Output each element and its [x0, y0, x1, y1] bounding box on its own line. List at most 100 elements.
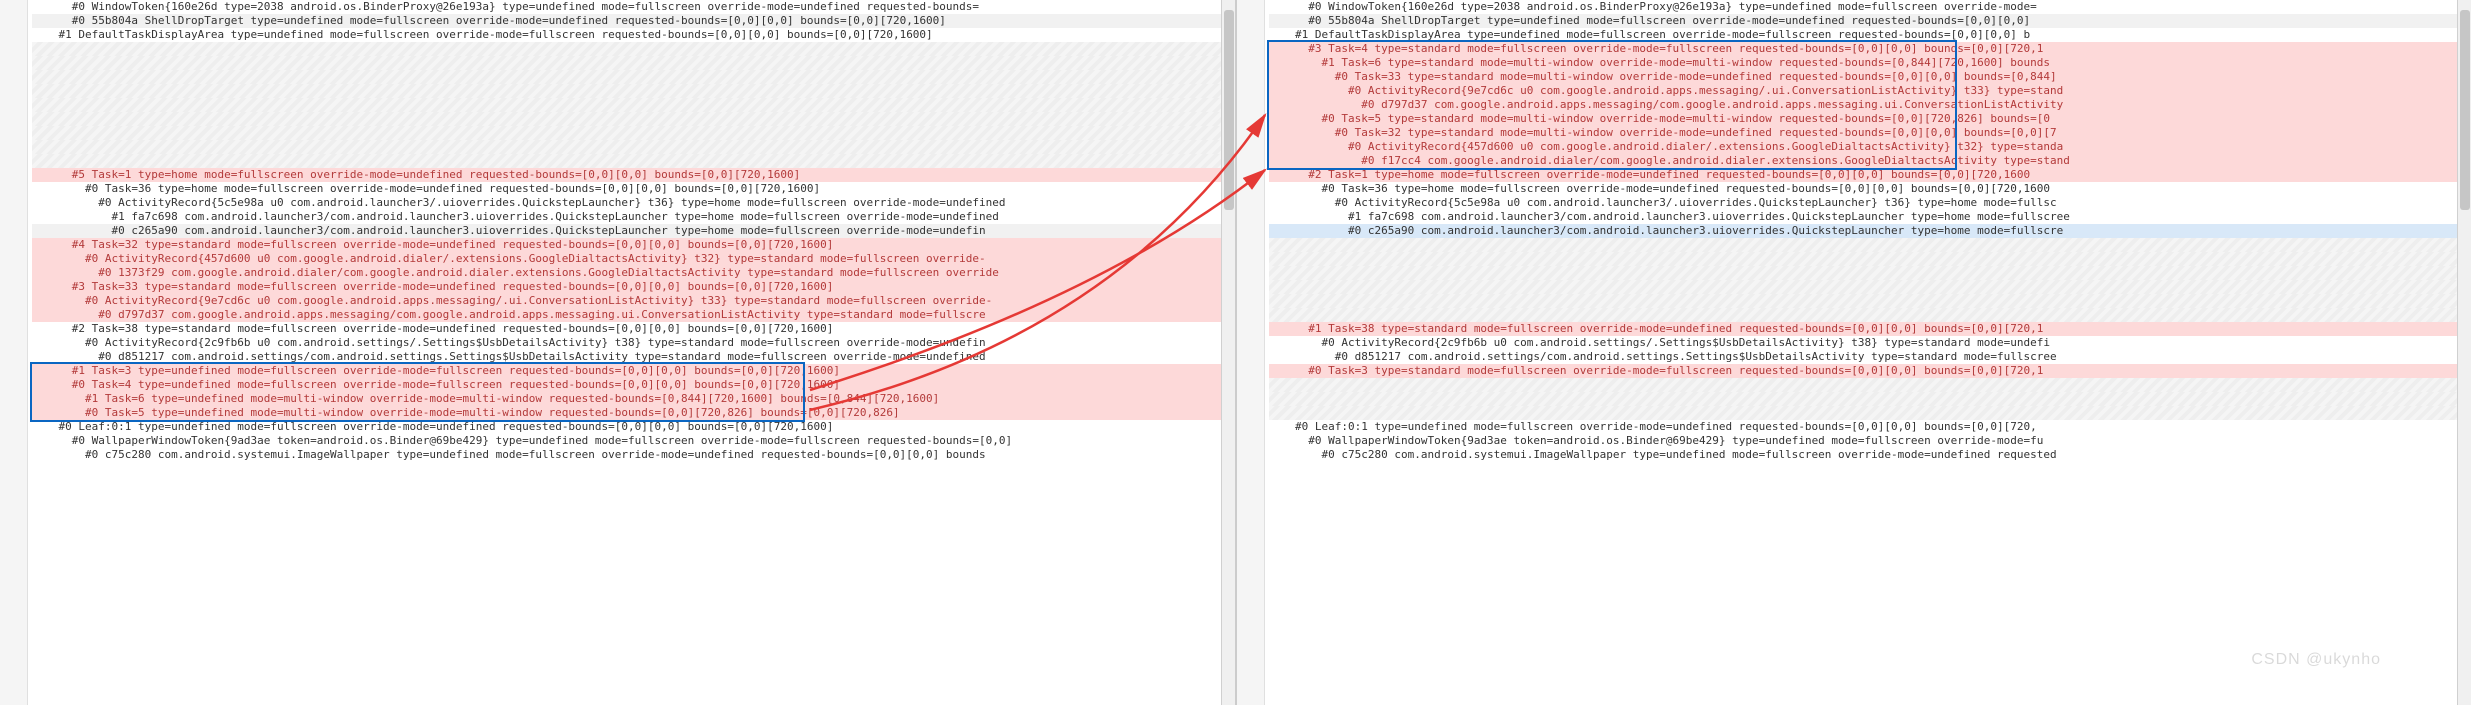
right-line[interactable]: [1269, 392, 2471, 406]
right-line-text: #0 Task=3 type=standard mode=fullscreen …: [1308, 364, 2043, 377]
left-gutter: [0, 0, 28, 705]
right-line[interactable]: #0 f17cc4 com.google.android.dialer/com.…: [1269, 154, 2471, 168]
left-line[interactable]: #0 55b804a ShellDropTarget type=undefine…: [32, 14, 1235, 28]
left-line[interactable]: [32, 56, 1235, 70]
right-line[interactable]: #0 c265a90 com.android.launcher3/com.and…: [1269, 224, 2471, 238]
left-scrollbar-thumb[interactable]: [1224, 10, 1234, 210]
left-line[interactable]: #0 Leaf:0:1 type=undefined mode=fullscre…: [32, 420, 1235, 434]
right-line-text: #0 c265a90 com.android.launcher3/com.and…: [1348, 224, 2063, 237]
right-gutter: [1237, 0, 1265, 705]
left-line-text: #1 DefaultTaskDisplayArea type=undefined…: [59, 28, 933, 41]
right-line-text: #0 WindowToken{160e26d type=2038 android…: [1308, 0, 2036, 13]
left-line[interactable]: [32, 126, 1235, 140]
right-line-text: #0 Task=5 type=standard mode=multi-windo…: [1321, 112, 2049, 125]
left-line[interactable]: #0 ActivityRecord{5c5e98a u0 com.android…: [32, 196, 1235, 210]
right-line[interactable]: #0 c75c280 com.android.systemui.ImageWal…: [1269, 448, 2471, 462]
right-line[interactable]: #1 Task=38 type=standard mode=fullscreen…: [1269, 322, 2471, 336]
left-line[interactable]: #0 Task=36 type=home mode=fullscreen ove…: [32, 182, 1235, 196]
right-line[interactable]: #0 WindowToken{160e26d type=2038 android…: [1269, 0, 2471, 14]
left-line-text: #5 Task=1 type=home mode=fullscreen over…: [72, 168, 800, 181]
left-line-text: #0 Task=5 type=undefined mode=multi-wind…: [85, 406, 900, 419]
left-line[interactable]: #0 d851217 com.android.settings/com.andr…: [32, 350, 1235, 364]
right-line[interactable]: #1 fa7c698 com.android.launcher3/com.and…: [1269, 210, 2471, 224]
left-line-text: #1 fa7c698 com.android.launcher3/com.and…: [111, 210, 998, 223]
right-line[interactable]: [1269, 294, 2471, 308]
right-line[interactable]: #0 Task=5 type=standard mode=multi-windo…: [1269, 112, 2471, 126]
right-line[interactable]: #0 ActivityRecord{457d600 u0 com.google.…: [1269, 140, 2471, 154]
right-line[interactable]: #0 Task=33 type=standard mode=multi-wind…: [1269, 70, 2471, 84]
left-line[interactable]: #0 c265a90 com.android.launcher3/com.and…: [32, 224, 1235, 238]
left-line-text: #0 ActivityRecord{9e7cd6c u0 com.google.…: [85, 294, 992, 307]
left-line[interactable]: [32, 84, 1235, 98]
left-line[interactable]: #1 DefaultTaskDisplayArea type=undefined…: [32, 28, 1235, 42]
right-lines: #0 WindowToken{160e26d type=2038 android…: [1237, 0, 2471, 462]
right-line-text: #0 ActivityRecord{457d600 u0 com.google.…: [1348, 140, 2063, 153]
left-line-text: #0 Leaf:0:1 type=undefined mode=fullscre…: [59, 420, 834, 433]
right-scrollbar[interactable]: [2457, 0, 2471, 705]
right-line[interactable]: [1269, 308, 2471, 322]
left-line[interactable]: #1 Task=6 type=undefined mode=multi-wind…: [32, 392, 1235, 406]
right-line[interactable]: #0 Task=36 type=home mode=fullscreen ove…: [1269, 182, 2471, 196]
right-line[interactable]: [1269, 238, 2471, 252]
right-scrollbar-thumb[interactable]: [2460, 10, 2470, 210]
right-line[interactable]: #0 Task=3 type=standard mode=fullscreen …: [1269, 364, 2471, 378]
left-line[interactable]: #1 Task=3 type=undefined mode=fullscreen…: [32, 364, 1235, 378]
right-line-text: #0 ActivityRecord{2c9fb6b u0 com.android…: [1321, 336, 2049, 349]
right-line-text: #0 55b804a ShellDropTarget type=undefine…: [1308, 14, 2030, 27]
left-line[interactable]: #3 Task=33 type=standard mode=fullscreen…: [32, 280, 1235, 294]
right-line[interactable]: [1269, 378, 2471, 392]
left-line[interactable]: [32, 98, 1235, 112]
left-scrollbar[interactable]: [1221, 0, 1235, 705]
left-line[interactable]: #1 fa7c698 com.android.launcher3/com.and…: [32, 210, 1235, 224]
left-line[interactable]: #0 ActivityRecord{2c9fb6b u0 com.android…: [32, 336, 1235, 350]
right-line[interactable]: #0 ActivityRecord{5c5e98a u0 com.android…: [1269, 196, 2471, 210]
left-line[interactable]: [32, 70, 1235, 84]
right-line-text: #0 Task=32 type=standard mode=multi-wind…: [1335, 126, 2057, 139]
right-line[interactable]: [1269, 280, 2471, 294]
right-line[interactable]: [1269, 406, 2471, 420]
right-line-text: #2 Task=1 type=home mode=fullscreen over…: [1308, 168, 2030, 181]
left-line[interactable]: #0 ActivityRecord{9e7cd6c u0 com.google.…: [32, 294, 1235, 308]
right-line[interactable]: #1 Task=6 type=standard mode=multi-windo…: [1269, 56, 2471, 70]
right-line[interactable]: [1269, 252, 2471, 266]
left-line[interactable]: #2 Task=38 type=standard mode=fullscreen…: [32, 322, 1235, 336]
left-pane[interactable]: #0 WindowToken{160e26d type=2038 android…: [0, 0, 1236, 705]
right-line-text: #0 Task=33 type=standard mode=multi-wind…: [1335, 70, 2057, 83]
right-line[interactable]: #0 d797d37 com.google.android.apps.messa…: [1269, 98, 2471, 112]
left-line[interactable]: #0 ActivityRecord{457d600 u0 com.google.…: [32, 252, 1235, 266]
diff-panes: #0 WindowToken{160e26d type=2038 android…: [0, 0, 2471, 705]
left-line[interactable]: #0 WindowToken{160e26d type=2038 android…: [32, 0, 1235, 14]
left-line[interactable]: #0 WallpaperWindowToken{9ad3ae token=and…: [32, 434, 1235, 448]
left-line[interactable]: #5 Task=1 type=home mode=fullscreen over…: [32, 168, 1235, 182]
right-line[interactable]: #0 55b804a ShellDropTarget type=undefine…: [1269, 14, 2471, 28]
right-line[interactable]: #1 DefaultTaskDisplayArea type=undefined…: [1269, 28, 2471, 42]
left-line[interactable]: #0 1373f29 com.google.android.dialer/com…: [32, 266, 1235, 280]
right-line[interactable]: #0 d851217 com.android.settings/com.andr…: [1269, 350, 2471, 364]
left-line-text: #0 ActivityRecord{2c9fb6b u0 com.android…: [85, 336, 986, 349]
left-line[interactable]: #0 Task=5 type=undefined mode=multi-wind…: [32, 406, 1235, 420]
right-line-text: #0 d851217 com.android.settings/com.andr…: [1335, 350, 2057, 363]
left-line[interactable]: #0 d797d37 com.google.android.apps.messa…: [32, 308, 1235, 322]
right-line-text: #3 Task=4 type=standard mode=fullscreen …: [1308, 42, 2043, 55]
right-line[interactable]: #0 WallpaperWindowToken{9ad3ae token=and…: [1269, 434, 2471, 448]
left-line-text: #0 WallpaperWindowToken{9ad3ae token=and…: [72, 434, 1012, 447]
left-line-text: #2 Task=38 type=standard mode=fullscreen…: [72, 322, 834, 335]
right-line[interactable]: #0 ActivityRecord{2c9fb6b u0 com.android…: [1269, 336, 2471, 350]
left-line-text: #0 d797d37 com.google.android.apps.messa…: [98, 308, 985, 321]
right-line[interactable]: #0 Task=32 type=standard mode=multi-wind…: [1269, 126, 2471, 140]
left-line[interactable]: [32, 140, 1235, 154]
left-line-text: #0 Task=4 type=undefined mode=fullscreen…: [72, 378, 840, 391]
right-line[interactable]: #3 Task=4 type=standard mode=fullscreen …: [1269, 42, 2471, 56]
left-line[interactable]: [32, 154, 1235, 168]
right-line[interactable]: #2 Task=1 type=home mode=fullscreen over…: [1269, 168, 2471, 182]
left-line[interactable]: [32, 112, 1235, 126]
left-line[interactable]: [32, 42, 1235, 56]
left-line-text: #4 Task=32 type=standard mode=fullscreen…: [72, 238, 834, 251]
left-line[interactable]: #0 Task=4 type=undefined mode=fullscreen…: [32, 378, 1235, 392]
left-line[interactable]: #4 Task=32 type=standard mode=fullscreen…: [32, 238, 1235, 252]
right-line[interactable]: #0 Leaf:0:1 type=undefined mode=fullscre…: [1269, 420, 2471, 434]
right-line[interactable]: [1269, 266, 2471, 280]
right-line[interactable]: #0 ActivityRecord{9e7cd6c u0 com.google.…: [1269, 84, 2471, 98]
left-line[interactable]: #0 c75c280 com.android.systemui.ImageWal…: [32, 448, 1235, 462]
right-pane[interactable]: #0 WindowToken{160e26d type=2038 android…: [1236, 0, 2471, 705]
